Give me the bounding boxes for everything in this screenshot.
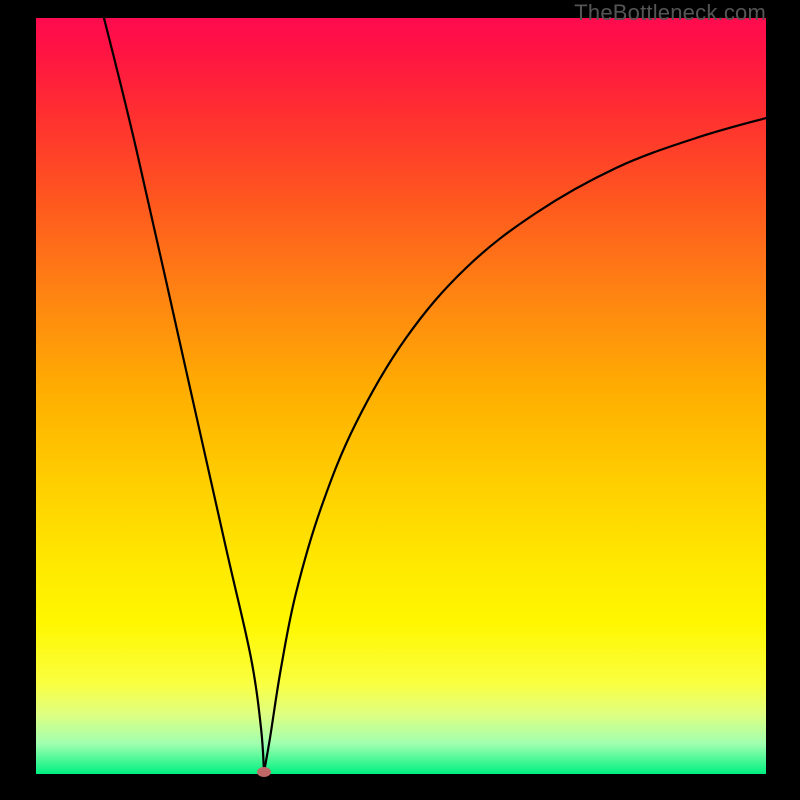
- bottleneck-curve-left: [104, 18, 264, 772]
- plot-area: [36, 18, 766, 774]
- vertex-marker: [257, 767, 271, 777]
- chart-container: TheBottleneck.com: [0, 0, 800, 800]
- watermark-text: TheBottleneck.com: [574, 0, 766, 26]
- curve-svg: [36, 18, 766, 774]
- bottleneck-curve-right: [264, 118, 766, 772]
